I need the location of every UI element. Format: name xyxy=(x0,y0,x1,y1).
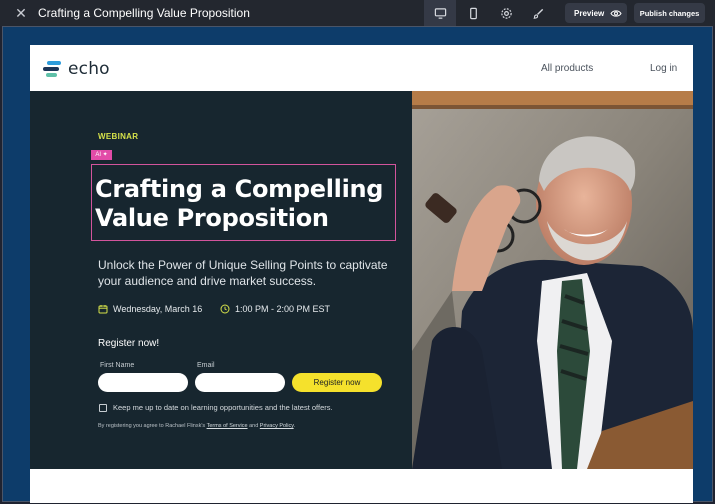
brush-icon xyxy=(532,8,543,19)
event-date: Wednesday, March 16 xyxy=(98,304,202,314)
landing-page: echo All products Log in WEBINAR AI ✦ Cr… xyxy=(30,45,693,503)
legal-and: and xyxy=(249,423,259,429)
newsletter-checkbox[interactable] xyxy=(99,404,107,412)
event-date-text: Wednesday, March 16 xyxy=(113,304,203,314)
hero-photo xyxy=(412,91,693,469)
legal-suffix: . xyxy=(293,423,296,429)
site-logo[interactable]: echo xyxy=(43,59,110,79)
settings-button[interactable] xyxy=(490,0,522,26)
preview-button[interactable]: Preview xyxy=(565,3,627,23)
editor-toolbar: ✕ Crafting a Compelling Value Propositio… xyxy=(0,0,715,26)
clock-icon xyxy=(220,304,230,314)
event-type-label: WEBINAR xyxy=(98,132,139,141)
brush-button[interactable] xyxy=(522,0,554,26)
register-heading: Register now! xyxy=(98,338,160,349)
email-label: Email xyxy=(197,362,215,369)
site-header: echo All products Log in xyxy=(30,45,693,91)
ai-badge[interactable]: AI ✦ xyxy=(91,150,112,160)
settings-icon xyxy=(500,7,512,19)
legal-text: By registering you agree to Rachael Flin… xyxy=(98,423,295,429)
email-field[interactable] xyxy=(195,373,285,392)
hero-subheadline: Unlock the Power of Unique Selling Point… xyxy=(98,258,388,288)
terms-link[interactable]: Terms of Service xyxy=(207,423,248,429)
eye-icon xyxy=(610,9,622,17)
close-icon[interactable]: ✕ xyxy=(14,6,28,20)
mobile-view-icon xyxy=(469,7,477,19)
first-name-label: First Name xyxy=(100,362,135,369)
calendar-icon xyxy=(98,305,108,314)
logo-text: echo xyxy=(68,59,110,79)
hero-content-panel: WEBINAR AI ✦ Crafting a Compelling Value… xyxy=(30,91,412,469)
desktop-view-icon xyxy=(434,7,446,19)
publish-changes-button[interactable]: Publish changes xyxy=(634,3,705,23)
hero-headline[interactable]: Crafting a Compelling Value Proposition xyxy=(95,175,395,233)
desktop-view-button[interactable] xyxy=(424,0,456,26)
editor-canvas: echo All products Log in WEBINAR AI ✦ Cr… xyxy=(2,26,713,503)
register-button[interactable]: Register now xyxy=(292,373,382,392)
privacy-link[interactable]: Privacy Policy xyxy=(260,423,294,429)
legal-prefix: By registering you agree to Rachael Flin… xyxy=(98,423,206,429)
echo-logo-icon xyxy=(43,60,63,78)
nav-login[interactable]: Log in xyxy=(650,63,677,74)
newsletter-checkbox-label: Keep me up to date on learning opportuni… xyxy=(113,403,333,412)
nav-all-products[interactable]: All products xyxy=(541,63,593,74)
first-name-field[interactable] xyxy=(98,373,188,392)
page-bottom-area xyxy=(30,469,693,503)
document-title: Crafting a Compelling Value Proposition xyxy=(38,6,250,20)
event-time: 1:00 PM - 2:00 PM EST xyxy=(220,304,330,314)
preview-label: Preview xyxy=(574,8,605,18)
mobile-view-button[interactable] xyxy=(457,0,489,26)
event-time-text: 1:00 PM - 2:00 PM EST xyxy=(235,304,331,314)
man-with-glasses-photo xyxy=(412,91,693,469)
